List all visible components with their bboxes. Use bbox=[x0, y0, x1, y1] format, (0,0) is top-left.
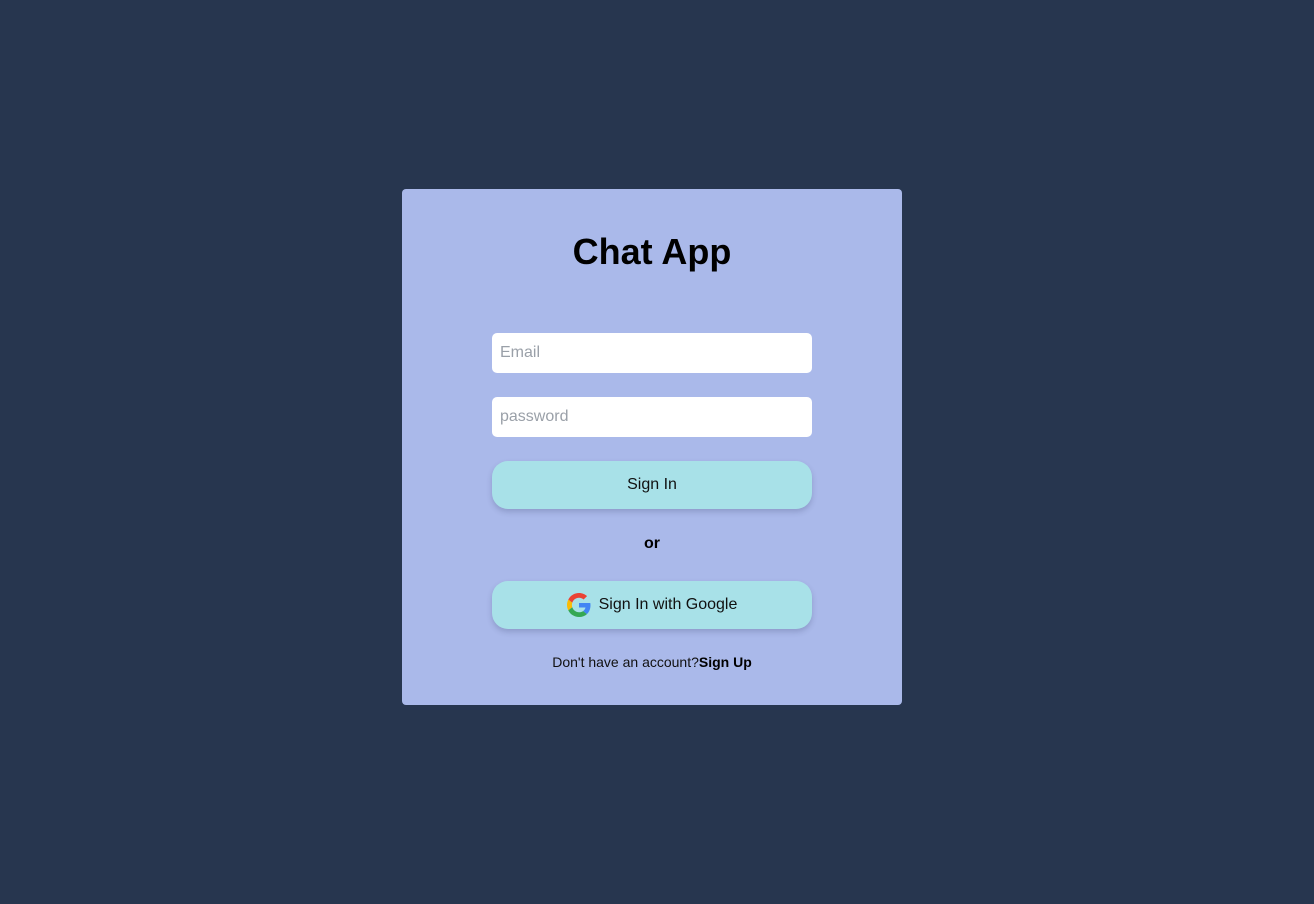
google-icon bbox=[566, 593, 591, 617]
password-input[interactable] bbox=[492, 397, 812, 437]
sign-up-prompt-text: Don't have an account? bbox=[552, 654, 699, 670]
google-sign-in-button[interactable]: Sign In with Google bbox=[492, 581, 812, 629]
divider-text: or bbox=[644, 535, 660, 552]
login-card: Chat App Sign In or Sign In with Google … bbox=[402, 189, 902, 705]
sign-in-button[interactable]: Sign In bbox=[492, 461, 812, 509]
google-sign-in-label: Sign In with Google bbox=[598, 596, 738, 613]
sign-up-prompt: Don't have an account?Sign Up bbox=[402, 654, 902, 670]
email-input[interactable] bbox=[492, 333, 812, 373]
sign-in-button-label: Sign In bbox=[627, 476, 677, 493]
sign-up-link[interactable]: Sign Up bbox=[699, 654, 752, 670]
page-title: Chat App bbox=[572, 231, 732, 272]
